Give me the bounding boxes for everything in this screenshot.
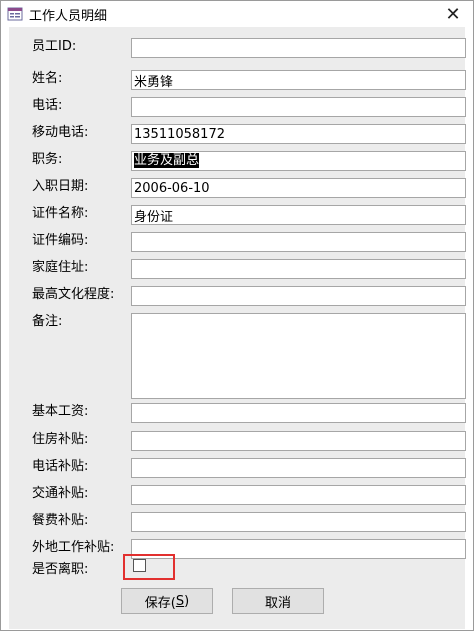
cancel-label: 取消 [264, 595, 291, 611]
position-field[interactable]: 业务及副总 [131, 151, 466, 171]
notes-field[interactable] [131, 313, 466, 399]
form-icon [7, 6, 23, 22]
name-field[interactable] [131, 70, 466, 90]
employee-id-label: 员工ID: [32, 39, 77, 54]
phone-field[interactable] [131, 97, 466, 117]
employee-detail-window: 工作人员明细 ✕ 员工ID: 姓名: 电话: 移动电话: 职务: 业务及副总 入… [0, 0, 474, 631]
employee-id-field[interactable] [131, 38, 466, 58]
position-value: 业务及副总 [134, 153, 200, 168]
base-salary-field[interactable] [131, 403, 466, 423]
close-icon: ✕ [445, 3, 461, 25]
position-label: 职务: [32, 152, 63, 167]
resigned-checkbox[interactable] [133, 559, 146, 572]
home-address-field[interactable] [131, 259, 466, 279]
id-type-label: 证件名称: [32, 206, 89, 221]
id-number-label: 证件编码: [32, 233, 89, 248]
id-number-field[interactable] [131, 232, 466, 252]
base-salary-label: 基本工资: [32, 404, 89, 419]
save-accesskey: S [175, 593, 185, 609]
id-type-field[interactable] [131, 205, 466, 225]
education-field[interactable] [131, 286, 466, 306]
notes-label: 备注: [32, 314, 63, 329]
checkbox-highlight [123, 554, 175, 580]
close-button[interactable]: ✕ [433, 1, 473, 27]
hire-date-field[interactable] [131, 178, 466, 198]
mobile-field[interactable] [131, 124, 466, 144]
window-title: 工作人员明细 [29, 8, 108, 24]
meal-allowance-label: 餐费补贴: [32, 513, 89, 528]
save-button[interactable]: 保存(S) [121, 588, 213, 614]
offsite-allowance-field[interactable] [131, 539, 466, 559]
save-label-prefix: 保存( [144, 595, 176, 611]
title-bar: 工作人员明细 ✕ [1, 1, 473, 27]
form-body: 员工ID: 姓名: 电话: 移动电话: 职务: 业务及副总 入职日期: 证件名称… [9, 27, 466, 629]
housing-allowance-field[interactable] [131, 431, 466, 451]
transport-allowance-label: 交通补贴: [32, 486, 89, 501]
mobile-label: 移动电话: [32, 125, 89, 140]
resigned-label: 是否离职: [32, 562, 89, 577]
cancel-button[interactable]: 取消 [232, 588, 324, 614]
home-address-label: 家庭住址: [32, 260, 89, 275]
phone-label: 电话: [32, 98, 63, 113]
meal-allowance-field[interactable] [131, 512, 466, 532]
phone-allowance-field[interactable] [131, 458, 466, 478]
name-label: 姓名: [32, 71, 63, 86]
phone-allowance-label: 电话补贴: [32, 459, 89, 474]
hire-date-label: 入职日期: [32, 179, 89, 194]
save-label-suffix: ) [184, 593, 190, 609]
education-label: 最高文化程度: [32, 287, 115, 302]
transport-allowance-field[interactable] [131, 485, 466, 505]
housing-allowance-label: 住房补贴: [32, 432, 89, 447]
offsite-allowance-label: 外地工作补贴: [32, 540, 115, 555]
